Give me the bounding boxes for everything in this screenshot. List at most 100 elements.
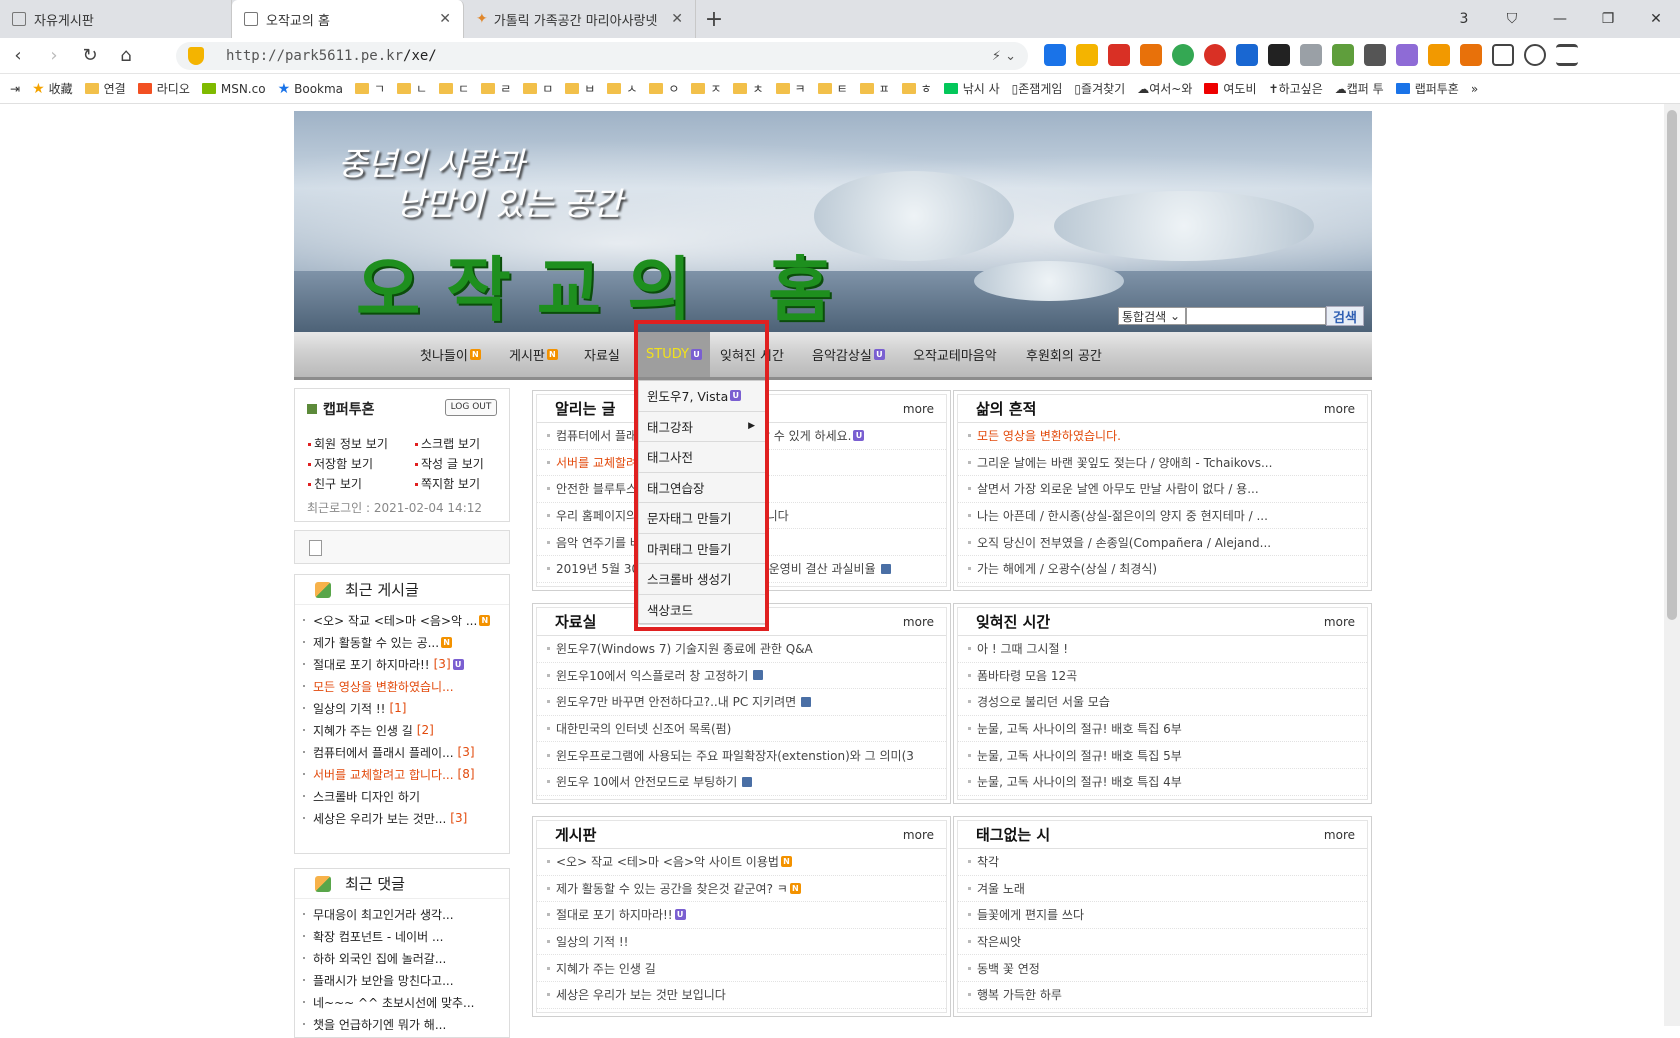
table-row[interactable]: <오> 작교 <테>마 <음>악 사이트 이용법 N [537,849,946,876]
table-row[interactable]: 절대로 포기 하지마라!! U [537,902,946,929]
opera-extension-icon[interactable] [1204,44,1226,66]
bookmark-folder[interactable]: ㅊ [733,80,764,97]
close-window-icon[interactable]: ✕ [1632,11,1680,27]
chevron-down-icon[interactable]: ⚡ ⌄ [992,49,1016,64]
new-tab-button[interactable]: + [696,0,732,38]
menu-first-visit[interactable]: 첫나들이 N [420,332,481,377]
bookmark-folder[interactable]: ㅅ [607,80,637,97]
menu-archive[interactable]: 자료실 [584,332,620,377]
sidebar-toggle-icon[interactable]: ⇥ [10,82,20,96]
table-row[interactable]: 착각 [958,849,1367,876]
list-item[interactable]: <오> 작교 <테>마 <음>악 ... N [303,609,509,631]
bookmark-folder[interactable]: ㅈ [691,80,721,97]
table-row[interactable]: 윈도우7만 바꾸면 안전하다고?..내 PC 지키려면 [537,689,946,716]
bookmark-folder[interactable]: ★ Bookma [278,81,343,97]
bookmark-folder[interactable]: ㄴ [397,80,427,97]
more-link[interactable]: more [1324,402,1355,416]
table-row[interactable]: 대한민국의 인터넷 신조어 목록(펌) [537,716,946,743]
scrollbar-thumb[interactable] [1667,110,1677,620]
search-scope-select[interactable]: 통합검색 ⌄ [1118,307,1186,325]
table-row[interactable]: 가는 해에게 / 오광수(상실 / 최경식) [958,556,1367,583]
table-row[interactable]: 눈물, 고독 사나이의 절규! 배호 특집 5부 [958,742,1367,769]
table-row[interactable]: 오직 당신이 전부였을 / 손종일(Compañera / Alejand... [958,529,1367,556]
list-item[interactable]: 모든 영상을 변환하였습니... [303,675,509,697]
page-scrollbar[interactable] [1664,104,1680,1026]
table-row[interactable]: 윈도우7(Windows 7) 기술지원 종료에 관한 Q&A [537,636,946,663]
menu-icon[interactable] [1556,44,1578,66]
list-item[interactable]: 플래시가 보안을 망친다고... [303,969,509,991]
shield-icon[interactable] [188,47,204,65]
bookmark-folder[interactable]: 연결 [84,80,126,97]
table-row[interactable]: 겨울 노래 [958,876,1367,903]
more-bookmarks-icon[interactable]: » [1471,82,1478,96]
list-item[interactable]: 절대로 포기 하지마라!! [3] U [303,653,509,675]
table-row[interactable]: 일상의 기적 !! [537,929,946,956]
table-row[interactable]: 행복 가득한 하루 [958,982,1367,1009]
bookmark-folder[interactable]: ㅂ [565,80,595,97]
tab-maria[interactable]: ✦ 가톨릭 가족공간 마리아사랑넷 ✕ [464,0,696,38]
list-item[interactable]: 챗을 언급하기엔 뭐가 해... [303,1013,509,1035]
minimize-icon[interactable]: — [1536,11,1584,27]
table-row[interactable]: 제가 활동할 수 있는 공간을 찾은것 같군여? ㅋN [537,876,946,903]
cup-icon[interactable] [1300,44,1322,66]
menu-board[interactable]: 게시판 N [509,332,558,377]
table-row[interactable]: 윈도우프로그램에 사용되는 주요 파일확장자(extenstion)와 그 의미… [537,742,946,769]
list-item[interactable]: 일상의 기적 !! [1] [303,697,509,719]
tab-count-icon[interactable]: 3 [1440,11,1488,27]
logout-button[interactable]: LOG OUT [445,399,497,416]
more-link[interactable]: more [1324,828,1355,842]
bookmark-folder[interactable]: ㅍ [859,80,890,97]
table-row[interactable]: 살면서 가장 외로운 날엔 아무도 만날 사람이 없다 / 용... [958,476,1367,503]
friends-link[interactable]: 친구 보기 [308,475,362,492]
megaphone-icon[interactable] [1140,44,1162,66]
table-row[interactable]: 나는 아픈데 / 한시종(상실-젊은이의 양지 중 현지테마 / ... [958,503,1367,530]
table-row[interactable]: 세상은 우리가 보는 것만 보입니다 [537,982,946,1009]
member-info-link[interactable]: 회원 정보 보기 [308,435,388,452]
game-icon[interactable] [1460,44,1482,66]
tab-ojakgyo-home[interactable]: 오작교의 홈 ✕ [232,0,464,38]
list-item[interactable]: 컴퓨터에서 플래시 플레이... [3] [303,741,509,763]
bookmark-link[interactable]: 여도비 [1204,80,1257,97]
forward-icon[interactable]: › [36,45,72,66]
y-extension-icon[interactable] [1236,44,1258,66]
table-row[interactable]: 작은씨앗 [958,929,1367,956]
url-field[interactable]: http://park5611.pe.kr/xe/ ⚡ ⌄ [176,42,1028,70]
close-icon[interactable]: ✕ [671,11,683,27]
back-icon[interactable]: ‹ [0,45,36,66]
list-item[interactable]: 네~~~ ^^ 초보시선에 맞추... [303,991,509,1013]
bookmark-folder[interactable]: ㄱ [355,80,385,97]
scrap-link[interactable]: 스크랩 보기 [415,435,480,452]
bookmark-folder[interactable]: ㅎ [901,80,932,97]
bookmark-link[interactable]: 낚시 사 [943,80,1000,97]
home-icon[interactable]: ⌂ [108,45,144,66]
list-item[interactable]: 스크롤바 디자인 하기 [303,785,509,807]
menu-theme-music[interactable]: 오작교테마음악 [913,332,997,377]
bookmark-link[interactable]: ▯ 즐겨찾기 [1074,80,1125,97]
more-link[interactable]: more [903,615,934,629]
table-row[interactable]: 모든 영상을 변환하였습니다. [958,423,1367,450]
bookmark-folder[interactable]: ㄹ [481,80,511,97]
table-row[interactable]: 눈물, 고독 사나이의 절규! 배호 특집 6부 [958,716,1367,743]
bookmark-folder[interactable]: ㅇ [649,80,679,97]
table-row[interactable]: 폼바타령 모음 12곡 [958,663,1367,690]
close-icon[interactable]: ✕ [439,11,451,27]
download-icon[interactable] [1268,44,1290,66]
scissors-icon[interactable] [1364,44,1386,66]
table-row[interactable]: 윈도우 10에서 안전모드로 부팅하기 [537,769,946,796]
tree-icon[interactable] [1332,44,1354,66]
bookmark-link[interactable]: ✝ 하고싶은 [1269,80,1323,97]
list-item[interactable]: 하하 외국인 집에 놀러갈... [303,947,509,969]
tab-free-board[interactable]: 자유게시판 [0,0,232,38]
table-row[interactable]: 들꽃에게 편지를 쓰다 [958,902,1367,929]
list-item[interactable]: 제가 활동할 수 있는 공... N [303,631,509,653]
more-link[interactable]: more [903,402,934,416]
list-item[interactable]: 무대응이 최고인거라 생각... [303,903,509,925]
bookmark-folder[interactable]: ㅁ [523,80,553,97]
list-item[interactable]: 확장 컴포넌트 - 네이버 ... [303,925,509,947]
more-link[interactable]: more [1324,615,1355,629]
messages-link[interactable]: 쪽지함 보기 [415,475,480,492]
coupon-icon[interactable] [1428,44,1450,66]
menu-music-room[interactable]: 음악감상실 U [812,332,885,377]
saved-link[interactable]: 저장함 보기 [308,455,373,472]
table-row[interactable]: 그리운 날에는 바랜 꽃잎도 젖는다 / 양애희 - Tchaikovs... [958,450,1367,477]
